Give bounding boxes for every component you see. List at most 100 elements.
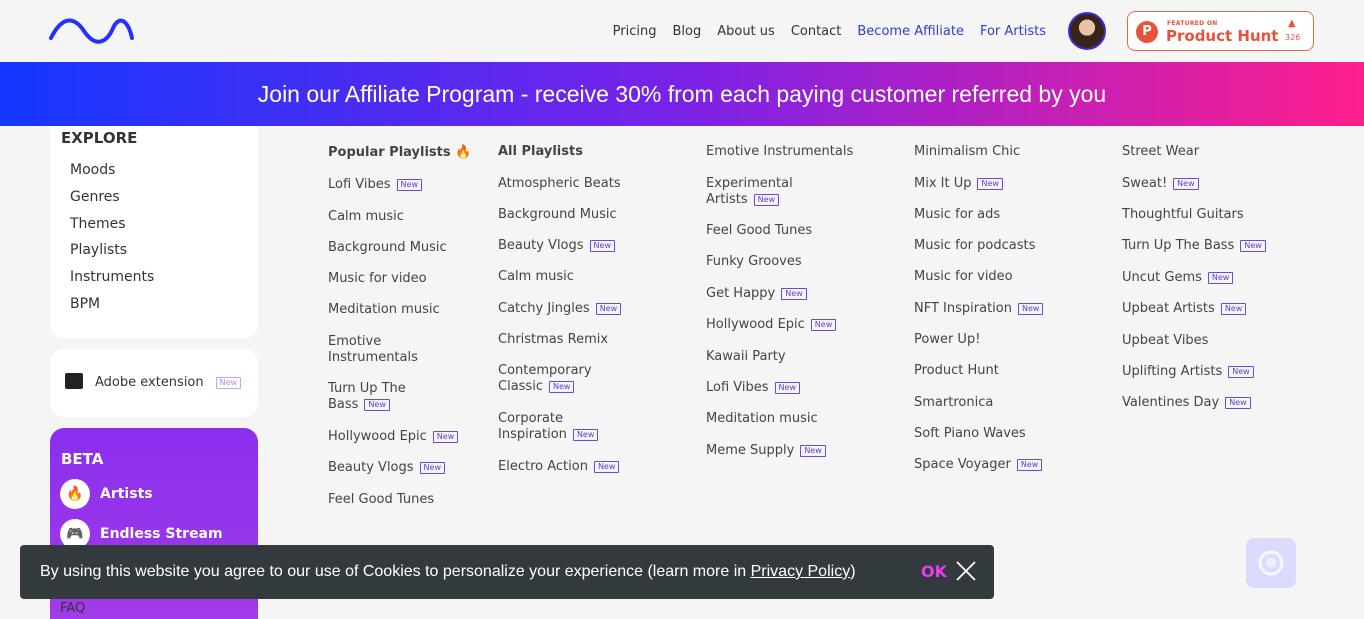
adobe-extension-text: Adobe extension [95,375,204,390]
new-badge: New [977,178,1003,190]
beta-item-artists[interactable]: 🔥 Artists [60,479,153,509]
explore-item-moods[interactable]: Moods [70,162,115,178]
playlist-link[interactable]: Experimental Artists New [706,176,793,208]
playlist-link[interactable]: Beauty Vlogs New [498,238,615,254]
playlist-link[interactable]: Minimalism Chic [914,144,1020,160]
playlist-link[interactable]: Sweat! New [1122,176,1199,192]
playlist-label: Power Up! [914,332,981,347]
playlist-link[interactable]: Funky Grooves [706,254,802,270]
playlist-link[interactable]: Electro Action New [498,459,620,475]
new-badge: New [810,319,837,331]
playlist-link[interactable]: Soft Piano Waves [914,426,1026,442]
producthunt-icon: P [1136,21,1158,43]
nav-for-artists[interactable]: For Artists [980,24,1046,39]
playlist-link[interactable]: Valentines Day New [1122,395,1251,411]
playlist-link[interactable]: Corporate Inspiration New [498,411,599,443]
playlist-link[interactable]: Kawaii Party [706,349,786,365]
playlist-link[interactable]: Upbeat Artists New [1122,301,1247,317]
playlist-link[interactable]: Lofi Vibes New [706,380,800,396]
playlist-label: Lofi Vibes [706,380,769,395]
playlist-link[interactable]: Feel Good Tunes [328,492,434,508]
nav-become-affiliate[interactable]: Become Affiliate [857,24,964,39]
user-avatar[interactable] [1068,12,1106,50]
playlist-link[interactable]: NFT Inspiration New [914,301,1044,317]
playlist-label: Meditation music [706,411,818,426]
playlist-link[interactable]: Atmospheric Beats [498,176,621,192]
playlist-link[interactable]: Hollywood Epic New [706,317,837,333]
playlist-link[interactable]: Meme Supply New [706,443,826,459]
nav-blog[interactable]: Blog [672,24,701,39]
upvote-arrow-icon: ▲ [1288,18,1296,29]
main-nav: Pricing Blog About us Contact Become Aff… [613,24,1046,39]
playlist-link[interactable]: Christmas Remix [498,332,608,348]
adobe-extension-card[interactable]: Adobe extension New [50,349,258,417]
playlist-link[interactable]: Turn Up The Bass New [328,381,406,413]
playlist-link[interactable]: Hollywood Epic New [328,429,459,445]
explore-item-genres[interactable]: Genres [70,189,120,205]
playlist-link[interactable]: Emotive Instrumentals [706,144,853,160]
playlist-link[interactable]: Calm music [498,269,574,285]
playlist-link[interactable]: Uplifting Artists New [1122,364,1254,380]
fire-icon: 🔥 [60,479,90,509]
logo-wave-icon[interactable] [48,18,134,44]
playlist-link[interactable]: Beauty Vlogs New [328,460,445,476]
playlist-link[interactable]: Space Voyager New [914,457,1043,473]
new-badge: New [1220,303,1247,315]
explore-item-bpm[interactable]: BPM [70,296,100,312]
playlist-link[interactable]: Mix It Up New [914,176,1003,192]
new-badge: New [1228,366,1254,378]
chat-assistant-button[interactable] [1246,538,1296,588]
playlist-link[interactable]: Music for video [914,269,1013,285]
playlist-link[interactable]: Lofi Vibes New [328,177,422,193]
producthunt-badge[interactable]: P FEATURED ON Product Hunt ▲ 326 [1127,11,1314,51]
site-header: Pricing Blog About us Contact Become Aff… [0,0,1364,62]
nav-contact[interactable]: Contact [791,24,842,39]
explore-item-playlists[interactable]: Playlists [70,242,127,258]
playlist-label: Beauty Vlogs [328,460,414,475]
cookie-ok-button[interactable]: OK [921,562,947,581]
playlist-link[interactable]: Music for video [328,271,427,287]
playlist-link[interactable]: Thoughtful Guitars [1122,207,1244,223]
explore-card: EXPLORE Moods Genres Themes Playlists In… [50,126,258,338]
playlist-label: Turn Up The Bass [1122,238,1235,253]
playlist-link[interactable]: Meditation music [706,411,818,427]
playlist-label: Atmospheric Beats [498,176,621,191]
new-badge: New [781,288,807,300]
playlist-link[interactable]: Power Up! [914,332,980,348]
producthunt-featured-label: FEATURED ON [1167,20,1218,27]
nav-pricing[interactable]: Pricing [613,24,657,39]
playlist-link[interactable]: Music for ads [914,207,1000,223]
playlist-link[interactable]: Emotive Instrumentals [328,334,418,366]
privacy-policy-link[interactable]: Privacy Policy [751,563,851,580]
playlist-link[interactable]: Catchy Jingles New [498,301,622,317]
playlist-link[interactable]: Uncut Gems New [1122,270,1234,286]
playlist-link[interactable]: Upbeat Vibes [1122,333,1208,349]
close-icon[interactable] [955,560,977,582]
playlist-label-line2: Inspiration [498,427,567,442]
playlist-link[interactable]: Background Music [328,240,447,256]
playlist-label: Emotive Instrumentals [706,144,854,159]
explore-item-instruments[interactable]: Instruments [70,269,154,285]
playlist-link[interactable]: Background Music [498,207,617,223]
playlist-link[interactable]: Product Hunt [914,363,999,379]
playlist-label: Street Wear [1122,144,1200,159]
explore-item-themes[interactable]: Themes [70,216,126,232]
playlist-link[interactable]: Street Wear [1122,144,1199,160]
playlist-link[interactable]: Calm music [328,209,404,225]
playlist-link[interactable]: Contemporary Classic New [498,363,592,395]
affiliate-banner[interactable]: Join our Affiliate Program - receive 30%… [0,62,1364,126]
new-badge: New [572,429,599,441]
playlist-label: Corporate [498,411,563,426]
playlist-label: NFT Inspiration [914,301,1012,316]
playlist-link[interactable]: Meditation music [328,302,440,318]
playlist-label: Minimalism Chic [914,144,1021,159]
nav-about-us[interactable]: About us [717,24,775,39]
playlist-label: Electro Action [498,459,588,474]
playlist-link[interactable]: Music for podcasts [914,238,1035,254]
faq-link[interactable]: FAQ [60,601,85,616]
laptop-icon [65,373,83,389]
playlist-link[interactable]: Turn Up The Bass New [1122,238,1266,254]
playlist-link[interactable]: Smartronica [914,395,993,411]
playlist-link[interactable]: Feel Good Tunes [706,223,812,239]
playlist-link[interactable]: Get Happy New [706,286,807,302]
